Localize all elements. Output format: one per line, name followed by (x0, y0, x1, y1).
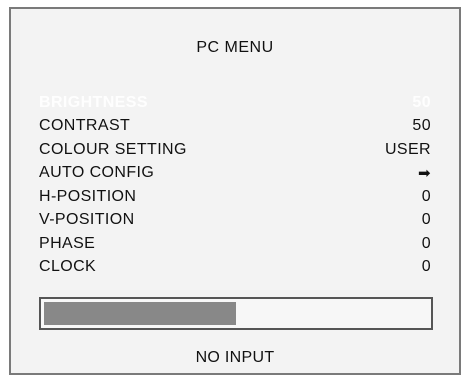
menu-item-value: 0 (421, 258, 431, 276)
menu-item-phase[interactable]: PHASE 0 (39, 232, 431, 256)
menu-item-brightness[interactable]: BRIGHTNESS 50 (39, 91, 431, 115)
menu-item-label: V-POSITION (39, 211, 135, 229)
menu-item-v-position[interactable]: V-POSITION 0 (39, 209, 431, 233)
menu-item-h-position[interactable]: H-POSITION 0 (39, 185, 431, 209)
value-slider-bar[interactable] (39, 297, 433, 330)
menu-item-contrast[interactable]: CONTRAST 50 (39, 115, 431, 139)
menu-item-value: 0 (421, 211, 431, 229)
menu-title: PC MENU (196, 39, 274, 56)
menu-item-label: PHASE (39, 234, 96, 252)
menu-item-colour-setting[interactable]: COLOUR SETTING USER (39, 138, 431, 162)
menu-item-label: BRIGHTNESS (39, 93, 148, 111)
menu-item-label: CLOCK (39, 258, 97, 276)
menu-item-value: 50 (412, 93, 431, 111)
slider-fill (44, 302, 236, 325)
input-status: NO INPUT (195, 349, 275, 366)
menu-item-value: 0 (421, 187, 431, 205)
menu-item-auto-config[interactable]: AUTO CONFIG ➡ (39, 162, 431, 186)
menu-item-value: USER (384, 140, 431, 158)
menu-item-value: 50 (412, 117, 431, 135)
menu-item-label: H-POSITION (39, 187, 137, 205)
menu-item-value: 0 (421, 234, 431, 252)
right-arrow-icon: ➡ (418, 165, 431, 183)
pc-menu-panel: PC MENU BRIGHTNESS 50 CONTRAST 50 COLOUR… (9, 7, 461, 375)
menu-item-label: AUTO CONFIG (39, 164, 155, 182)
menu-item-clock[interactable]: CLOCK 0 (39, 256, 431, 280)
menu-list: BRIGHTNESS 50 CONTRAST 50 COLOUR SETTING… (39, 91, 431, 279)
menu-item-label: CONTRAST (39, 117, 131, 135)
menu-item-label: COLOUR SETTING (39, 140, 187, 158)
